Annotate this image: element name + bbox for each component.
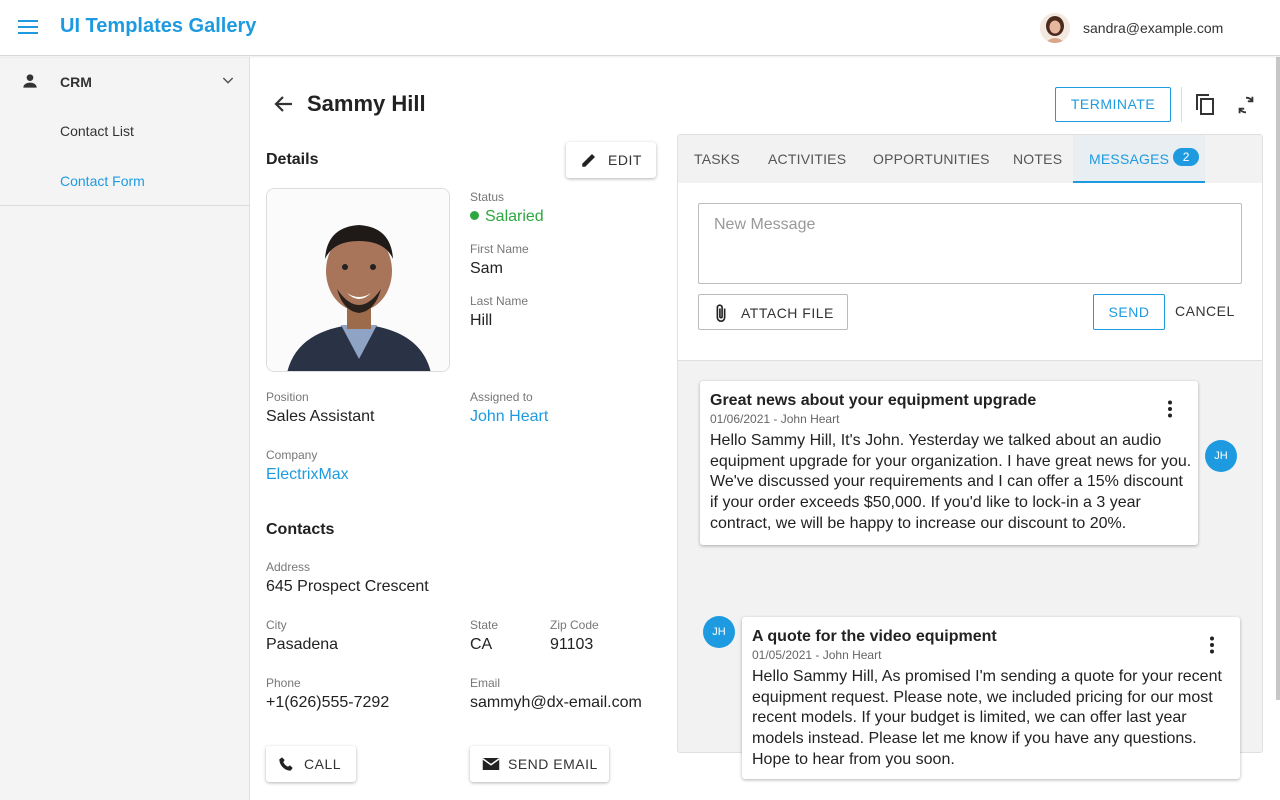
city-value: Pasadena	[266, 636, 339, 653]
status-value: Salaried	[470, 208, 544, 226]
user-email[interactable]: sandra@example.com	[1083, 20, 1223, 36]
send-email-label: SEND EMAIL	[508, 756, 598, 772]
author-avatar: JH	[1205, 440, 1237, 472]
main-content: Sammy Hill TERMINATE Details EDIT Status…	[250, 57, 1280, 800]
tab-notes[interactable]: NOTES	[1013, 135, 1062, 183]
position-label: Position	[266, 390, 309, 404]
status-label: Status	[470, 190, 505, 204]
assigned-label: Assigned to	[470, 390, 533, 404]
terminate-button[interactable]: TERMINATE	[1055, 87, 1171, 122]
app-title[interactable]: UI Templates Gallery	[60, 15, 256, 38]
sidebar-group-crm[interactable]: CRM	[0, 57, 250, 105]
edit-button[interactable]: EDIT	[566, 142, 656, 178]
state-value: CA	[470, 636, 493, 653]
paperclip-icon	[713, 303, 729, 328]
top-bar: UI Templates Gallery sandra@example.com	[0, 0, 1280, 56]
refresh-icon[interactable]	[1235, 93, 1257, 122]
sidebar-group-label: CRM	[60, 74, 92, 90]
phone-icon	[278, 756, 294, 777]
contacts-heading: Contacts	[266, 521, 335, 538]
more-vert-icon[interactable]	[1204, 635, 1220, 660]
edit-label: EDIT	[608, 152, 642, 168]
tab-tasks[interactable]: TASKS	[694, 135, 740, 183]
author-avatar: JH	[703, 616, 735, 648]
last-name-label: Last Name	[470, 294, 529, 308]
sidebar-item-contact-list[interactable]: Contact List	[60, 123, 134, 139]
send-button[interactable]: SEND	[1093, 294, 1165, 330]
first-name-value: Sam	[470, 260, 503, 277]
sidebar: CRM Contact List Contact Form	[0, 57, 250, 800]
message-body: Hello Sammy Hill, It's John. Yesterday w…	[710, 432, 1192, 532]
mail-icon	[482, 756, 500, 777]
messages-count-badge: 2	[1173, 148, 1200, 166]
email-value: sammyh@dx-email.com	[470, 694, 642, 711]
more-vert-icon[interactable]	[1162, 399, 1178, 424]
person-icon	[20, 71, 40, 96]
message-meta: 01/06/2021 - John Heart	[710, 412, 840, 426]
message-subject: A quote for the video equipment	[752, 628, 997, 645]
contact-photo	[266, 188, 450, 372]
page-title: Sammy Hill	[307, 91, 426, 116]
first-name-label: First Name	[470, 242, 529, 256]
attach-file-label: ATTACH FILE	[741, 305, 834, 321]
tab-bar: TASKS ACTIVITIES OPPORTUNITIES NOTES MES…	[678, 135, 1262, 183]
message-card: A quote for the video equipment 01/05/20…	[742, 617, 1240, 779]
company-label: Company	[266, 448, 318, 462]
zip-label: Zip Code	[550, 618, 599, 632]
call-label: CALL	[304, 756, 342, 772]
zip-value: 91103	[550, 636, 594, 653]
send-email-button[interactable]: SEND EMAIL	[470, 746, 609, 782]
cancel-button[interactable]: CANCEL	[1175, 303, 1235, 319]
copy-icon[interactable]	[1194, 93, 1216, 122]
phone-value: +1(626)555-7292	[266, 694, 390, 711]
new-message-input[interactable]	[698, 203, 1242, 284]
scrollbar[interactable]	[1276, 57, 1280, 700]
tab-messages-label: MESSAGES	[1089, 151, 1170, 167]
address-label: Address	[266, 560, 311, 574]
sidebar-divider	[0, 205, 250, 206]
tab-activities[interactable]: ACTIVITIES	[768, 135, 846, 183]
tab-messages[interactable]: MESSAGES 2	[1073, 135, 1205, 183]
tab-opportunities[interactable]: OPPORTUNITIES	[873, 135, 990, 183]
attach-file-button[interactable]: ATTACH FILE	[698, 294, 848, 330]
last-name-value: Hill	[470, 312, 493, 329]
position-value: Sales Assistant	[266, 408, 375, 425]
menu-icon[interactable]	[16, 16, 44, 40]
details-heading: Details	[266, 151, 319, 168]
message-card: Great news about your equipment upgrade …	[700, 381, 1198, 545]
phone-label: Phone	[266, 676, 301, 690]
user-avatar[interactable]	[1040, 13, 1070, 43]
compose-area: ATTACH FILE SEND CANCEL	[678, 183, 1262, 361]
status-dot	[470, 211, 479, 220]
back-arrow-icon[interactable]	[272, 92, 296, 121]
message-subject: Great news about your equipment upgrade	[710, 392, 1037, 409]
state-label: State	[470, 618, 499, 632]
activity-panel: TASKS ACTIVITIES OPPORTUNITIES NOTES MES…	[677, 134, 1263, 779]
email-label: Email	[470, 676, 501, 690]
address-value: 645 Prospect Crescent	[266, 578, 429, 595]
city-label: City	[266, 618, 287, 632]
toolbar-divider	[1181, 87, 1182, 122]
chevron-down-icon[interactable]	[220, 72, 236, 93]
message-body: Hello Sammy Hill, As promised I'm sendin…	[752, 668, 1222, 768]
sidebar-item-contact-form[interactable]: Contact Form	[60, 173, 145, 189]
company-link[interactable]: ElectrixMax	[266, 466, 349, 484]
call-button[interactable]: CALL	[266, 746, 356, 782]
assigned-link[interactable]: John Heart	[470, 408, 548, 426]
pencil-icon	[580, 151, 598, 174]
message-meta: 01/05/2021 - John Heart	[752, 648, 882, 662]
